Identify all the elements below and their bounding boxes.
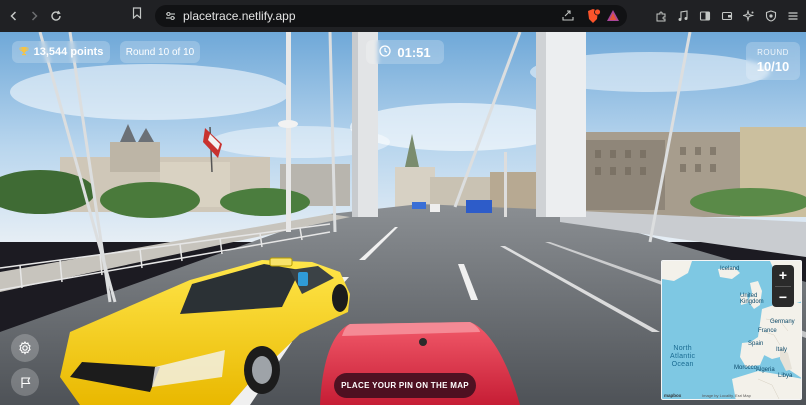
round-progress-text: Round 10 of 10 — [120, 41, 200, 63]
brave-shields-icon[interactable] — [585, 8, 601, 29]
countdown-timer: 01:51 — [366, 40, 444, 64]
map-label-morocco: Morocco — [734, 365, 758, 371]
extensions-icon[interactable] — [652, 6, 670, 26]
browser-toolbar: placetrace.netlify.app — [0, 0, 806, 32]
mapbox-logo[interactable]: mapbox — [664, 393, 681, 398]
trophy-icon — [19, 46, 29, 59]
map-label-libya: Libya — [778, 373, 793, 379]
zoom-in-button[interactable]: + — [772, 265, 794, 286]
sidebar-icon[interactable] — [696, 6, 714, 26]
gear-icon — [19, 341, 31, 355]
arrow-left-icon — [10, 11, 17, 21]
toolbar-right — [652, 6, 802, 26]
round-counter-value: 10/10 — [756, 59, 790, 74]
map-zoom-controls: + − — [772, 265, 794, 307]
flag-icon — [20, 376, 30, 388]
map-label-germany: Germany — [770, 319, 795, 325]
map-attribution[interactable]: Image by Locality, Esri Map — [702, 393, 751, 398]
url-text[interactable]: placetrace.netlify.app — [183, 9, 296, 23]
vpn-shield-icon[interactable] — [762, 6, 780, 26]
round-counter: ROUND 10/10 — [746, 42, 800, 80]
report-button[interactable] — [11, 368, 39, 396]
wallet-icon[interactable] — [718, 6, 736, 26]
site-info-icon[interactable] — [163, 9, 177, 23]
bookmark-icon — [132, 7, 142, 20]
leo-ai-icon[interactable] — [740, 6, 758, 26]
bookmark-button[interactable] — [132, 6, 142, 24]
map-label-france: France — [758, 328, 777, 334]
round-counter-label: ROUND — [757, 48, 789, 57]
reload-icon — [51, 10, 61, 21]
points-display: 13,544 points — [12, 41, 110, 63]
timer-value: 01:51 — [397, 44, 431, 60]
settings-button[interactable] — [11, 334, 39, 362]
map-label-italy: Italy — [776, 347, 788, 353]
music-icon[interactable] — [674, 6, 692, 26]
arrow-right-icon — [31, 11, 38, 21]
map-label-iceland: Iceland — [720, 266, 740, 272]
share-icon[interactable] — [561, 8, 575, 27]
guess-minimap[interactable]: Iceland United Kingdom Germany France Sp… — [661, 260, 802, 400]
clock-icon — [379, 44, 392, 60]
map-label-spain: Spain — [748, 341, 764, 347]
map-label-algeria: Algeria — [756, 367, 775, 373]
place-pin-button[interactable]: PLACE YOUR PIN ON THE MAP — [334, 373, 476, 398]
forward-button[interactable] — [24, 6, 44, 26]
map-label-united-kingdom: United Kingdom — [740, 293, 764, 305]
reload-button[interactable] — [46, 6, 66, 26]
zoom-out-button[interactable]: − — [772, 287, 794, 308]
points-value: 13,544 points — [33, 46, 104, 58]
back-button[interactable] — [4, 6, 24, 26]
address-bar[interactable]: placetrace.netlify.app — [155, 5, 627, 27]
menu-icon[interactable] — [784, 6, 802, 26]
brave-rewards-icon[interactable] — [605, 8, 621, 29]
map-label-ocean: North Atlantic Ocean — [670, 345, 696, 368]
round-text: Round 10 of 10 — [125, 46, 195, 58]
